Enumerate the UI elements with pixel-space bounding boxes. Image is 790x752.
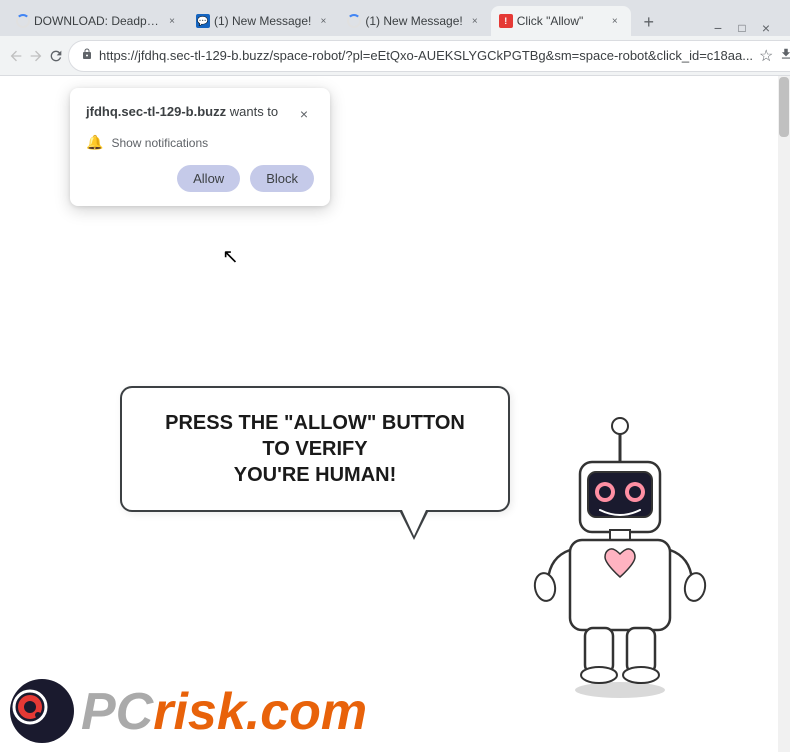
- forward-button[interactable]: [28, 42, 44, 70]
- robot-illustration: [520, 412, 720, 692]
- scrollbar-thumb[interactable]: [779, 77, 789, 137]
- tab-1[interactable]: DOWNLOAD: Deadpoo... ×: [8, 6, 188, 36]
- pcrisk-text: PCrisk.com: [81, 686, 367, 738]
- page-content: jfdhq.sec-tl-129-b.buzz wants to × 🔔 Sho…: [0, 76, 790, 752]
- minimize-button[interactable]: −: [710, 20, 726, 36]
- notification-header: jfdhq.sec-tl-129-b.buzz wants to ×: [86, 104, 314, 124]
- refresh-button[interactable]: [48, 42, 64, 70]
- bookmark-icon[interactable]: ☆: [759, 46, 773, 66]
- pcrisk-logo: PCrisk.com: [10, 679, 367, 744]
- browser-frame: DOWNLOAD: Deadpoo... × 💬 (1) New Message…: [0, 0, 790, 752]
- tab-4-close[interactable]: ×: [607, 13, 623, 29]
- lock-icon: [81, 47, 93, 64]
- tab-2[interactable]: 💬 (1) New Message! ×: [188, 6, 339, 36]
- tab-bar: DOWNLOAD: Deadpoo... × 💬 (1) New Message…: [0, 0, 790, 36]
- tab-2-title: (1) New Message!: [214, 14, 311, 28]
- notification-popup: jfdhq.sec-tl-129-b.buzz wants to × 🔔 Sho…: [70, 88, 330, 206]
- address-bar[interactable]: https://jfdhq.sec-tl-129-b.buzz/space-ro…: [68, 40, 790, 72]
- download-icon[interactable]: [779, 47, 790, 64]
- back-button[interactable]: [8, 42, 24, 70]
- bell-icon: 🔔: [86, 134, 103, 151]
- tab-1-favicon: [16, 14, 30, 28]
- show-notifications-label: Show notifications: [111, 136, 208, 150]
- tab-3-close[interactable]: ×: [467, 13, 483, 29]
- block-button[interactable]: Block: [250, 165, 314, 192]
- notification-site: jfdhq.sec-tl-129-b.buzz wants to: [86, 104, 294, 119]
- tab-1-title: DOWNLOAD: Deadpoo...: [34, 14, 160, 28]
- tab-4-title: Click "Allow": [517, 14, 603, 28]
- allow-button[interactable]: Allow: [177, 165, 240, 192]
- tab-3-title: (1) New Message!: [365, 14, 462, 28]
- new-tab-button[interactable]: +: [635, 8, 663, 36]
- scrollbar[interactable]: [778, 76, 790, 752]
- tab-1-close[interactable]: ×: [164, 13, 180, 29]
- speech-bubble: PRESS THE "ALLOW" BUTTON TO VERIFY YOU'R…: [120, 386, 510, 512]
- tab-3[interactable]: (1) New Message! ×: [339, 6, 490, 36]
- nav-bar: https://jfdhq.sec-tl-129-b.buzz/space-ro…: [0, 36, 790, 76]
- speech-text: PRESS THE "ALLOW" BUTTON TO VERIFY YOU'R…: [150, 410, 480, 488]
- notification-actions: Allow Block: [86, 165, 314, 192]
- maximize-button[interactable]: □: [734, 20, 750, 36]
- close-button[interactable]: ×: [758, 20, 774, 36]
- address-text: https://jfdhq.sec-tl-129-b.buzz/space-ro…: [99, 48, 753, 63]
- pcrisk-icon: [10, 679, 75, 744]
- tab-4-favicon: !: [499, 14, 513, 28]
- tab-4[interactable]: ! Click "Allow" ×: [491, 6, 631, 36]
- tab-2-close[interactable]: ×: [315, 13, 331, 29]
- cursor: ↖: [222, 244, 239, 269]
- notification-close-button[interactable]: ×: [294, 104, 314, 124]
- tab-2-favicon: 💬: [196, 14, 210, 28]
- notification-show-row: 🔔 Show notifications: [86, 134, 314, 151]
- tab-3-favicon: [347, 14, 361, 28]
